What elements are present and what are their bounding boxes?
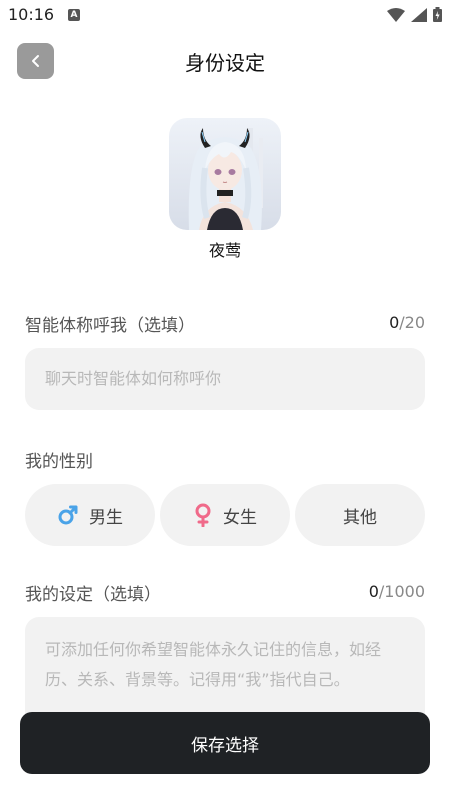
- character-avatar[interactable]: [169, 118, 281, 230]
- status-time: 10:16: [8, 5, 55, 24]
- setting-count-current: 0: [368, 582, 379, 601]
- gender-label: 我的性别: [25, 452, 93, 472]
- character-name: 夜莺: [208, 241, 241, 260]
- nickname-count-current: 0: [389, 313, 400, 332]
- gender-options: 男生 女生 其他: [25, 484, 425, 546]
- gender-female-button[interactable]: 女生: [160, 484, 290, 546]
- save-button[interactable]: 保存选择: [20, 712, 430, 774]
- male-icon: [58, 505, 78, 525]
- nickname-label: 智能体称呼我（选填）: [25, 316, 195, 336]
- page-title: 身份设定: [185, 51, 265, 75]
- setting-count-max: /1000: [378, 582, 425, 601]
- status-icons: [387, 7, 442, 22]
- gender-male-label: 男生: [89, 507, 123, 528]
- gender-female-label: 女生: [223, 507, 257, 528]
- gender-other-button[interactable]: 其他: [295, 484, 425, 546]
- gender-male-button[interactable]: 男生: [25, 484, 155, 546]
- signal-icon: [411, 7, 427, 22]
- setting-counter: 0/1000: [369, 582, 425, 601]
- setting-label: 我的设定（选填）: [25, 585, 161, 605]
- wifi-icon: [387, 7, 405, 22]
- status-bar: 10:16 A: [0, 0, 450, 30]
- nickname-input[interactable]: 聊天时智能体如何称呼你: [25, 348, 425, 410]
- nickname-placeholder: 聊天时智能体如何称呼你: [45, 369, 222, 388]
- nickname-counter: 0/20: [389, 313, 425, 332]
- notification-icon: A: [68, 9, 80, 21]
- setting-placeholder: 可添加任何你希望智能体永久记住的信息，如经历、关系、背景等。记得用“我”指代自己…: [45, 640, 382, 689]
- nickname-count-max: /20: [399, 313, 425, 332]
- female-icon: [195, 503, 211, 527]
- gender-other-label: 其他: [343, 507, 377, 528]
- setting-textarea[interactable]: 可添加任何你希望智能体永久记住的信息，如经历、关系、背景等。记得用“我”指代自己…: [25, 617, 425, 727]
- battery-icon: [433, 7, 442, 22]
